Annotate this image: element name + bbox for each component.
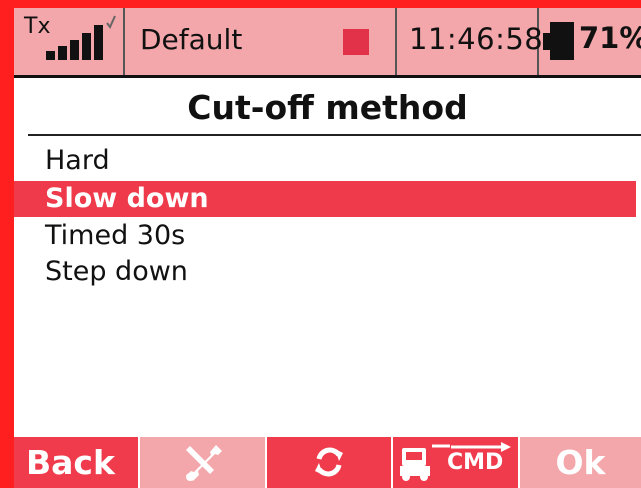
model-status-square-icon xyxy=(343,29,369,55)
left-border xyxy=(0,0,14,488)
battery-cell: 71% xyxy=(539,8,641,75)
tx-signal-cell[interactable]: Tx xyxy=(14,8,125,75)
option-timed-30s[interactable]: Timed 30s xyxy=(14,218,636,254)
cmd-label: CMD xyxy=(447,450,504,475)
model-name: Default xyxy=(140,23,243,56)
back-label: Back xyxy=(26,443,115,482)
top-border xyxy=(0,0,641,8)
checkmark-icon xyxy=(106,14,116,29)
status-bar: Tx Default 11:46:58 71 xyxy=(14,8,641,78)
page-title: Cut-off method xyxy=(187,88,468,127)
back-button[interactable]: Back xyxy=(14,437,138,488)
softkey-bar: Back CMD Ok xyxy=(14,437,641,488)
tools-button[interactable] xyxy=(140,437,265,488)
command-button[interactable]: CMD xyxy=(393,437,518,488)
clock-time: 11:46:58 xyxy=(409,22,544,56)
title-divider xyxy=(28,134,641,136)
tools-icon xyxy=(140,437,265,488)
radio-screen: Tx Default 11:46:58 71 Cut-off method Ha… xyxy=(0,0,641,488)
clock-cell: 11:46:58 xyxy=(397,8,543,75)
refresh-button[interactable] xyxy=(267,437,391,488)
ok-button[interactable]: Ok xyxy=(520,437,641,488)
option-hard[interactable]: Hard xyxy=(14,143,636,179)
option-step-down[interactable]: Step down xyxy=(14,254,636,290)
refresh-icon xyxy=(267,437,391,488)
ok-label: Ok xyxy=(555,443,606,482)
battery-tip xyxy=(543,33,550,50)
option-slow-down[interactable]: Slow down xyxy=(14,181,636,217)
model-cell[interactable]: Default xyxy=(125,8,397,75)
battery-icon xyxy=(550,22,574,60)
transmitter-cmd-icon xyxy=(398,442,450,482)
battery-percent: 71% xyxy=(579,21,641,55)
signal-bars-icon xyxy=(44,22,110,64)
